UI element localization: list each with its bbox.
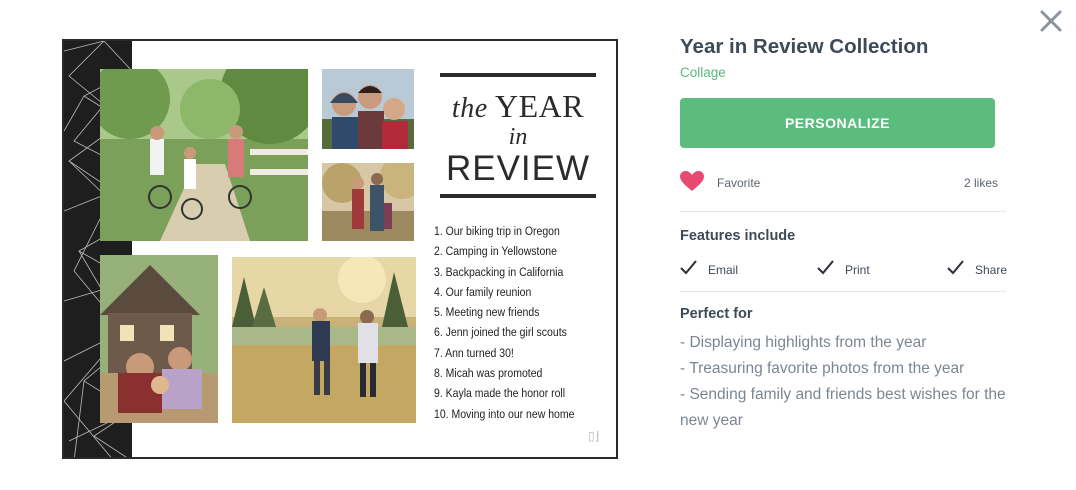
list-item: 8. Micah was promoted: [434, 366, 543, 381]
list-item: 5. Meeting new friends: [434, 305, 540, 320]
list-item: 10. Moving into our new home: [434, 406, 575, 421]
features-list: Email Print Share: [680, 244, 1008, 292]
list-item: 6. Jenn joined the girl scouts: [434, 325, 567, 340]
list-item: - Displaying highlights from the year: [680, 334, 927, 351]
collage-photo-selfie: [322, 69, 414, 149]
product-category-link[interactable]: Collage: [680, 63, 1006, 83]
favorite-button[interactable]: Favorite: [717, 176, 760, 190]
collage-photo-biking: [100, 69, 308, 241]
product-info-panel: Year in Review Collection Collage PERSON…: [680, 33, 1008, 434]
card-title-the: the: [451, 93, 488, 124]
check-icon: [947, 260, 964, 275]
card-title-in: in: [508, 124, 528, 150]
collage-photo-house: [100, 255, 218, 423]
favorite-row: Favorite 2 likes: [680, 148, 1006, 212]
personalize-button[interactable]: PERSONALIZE: [680, 98, 995, 148]
list-item: 2. Camping in Yellowstone: [434, 244, 557, 259]
card-mark-icon: ▯⌋: [588, 429, 600, 443]
feature-label: Email: [708, 263, 739, 277]
check-icon: [680, 260, 697, 275]
close-icon: [1040, 10, 1062, 32]
card-title-year: YEAR: [494, 88, 585, 124]
check-icon: [817, 260, 834, 275]
collage-photo-family-walk: [322, 163, 414, 241]
list-item: 7. Ann turned 30!: [434, 345, 514, 360]
collage-photo-hiking: [232, 257, 416, 423]
card-highlights-list: 1. Our biking trip in Oregon 2. Camping …: [434, 221, 614, 424]
product-title: Year in Review Collection: [680, 35, 929, 58]
title-rule-top: [440, 73, 596, 77]
perfect-for-heading: Perfect for: [680, 306, 753, 322]
close-button[interactable]: [1036, 6, 1066, 36]
likes-count: 2 likes: [963, 176, 998, 190]
card-title-review: REVIEW: [445, 149, 591, 188]
perfect-for-list: - Displaying highlights from the year - …: [680, 330, 1006, 434]
list-item: - Sending family and friends best wishes…: [680, 386, 1006, 429]
product-preview: the YEAR in REVIEW 1. Our biking trip in…: [62, 39, 618, 459]
list-item: 4. Our family reunion: [434, 284, 532, 299]
list-item: 3. Backpacking in California: [434, 264, 564, 279]
list-item: - Treasuring favorite photos from the ye…: [680, 360, 965, 377]
feature-label: Print: [845, 263, 870, 277]
list-item: 9. Kayla made the honor roll: [434, 386, 566, 401]
card-title: the YEAR in REVIEW: [440, 73, 596, 198]
title-rule-bottom: [440, 194, 596, 198]
heart-icon[interactable]: [680, 171, 704, 192]
list-item: 1. Our biking trip in Oregon: [434, 224, 560, 238]
features-heading: Features include: [680, 228, 796, 244]
feature-label: Share: [975, 263, 1008, 277]
